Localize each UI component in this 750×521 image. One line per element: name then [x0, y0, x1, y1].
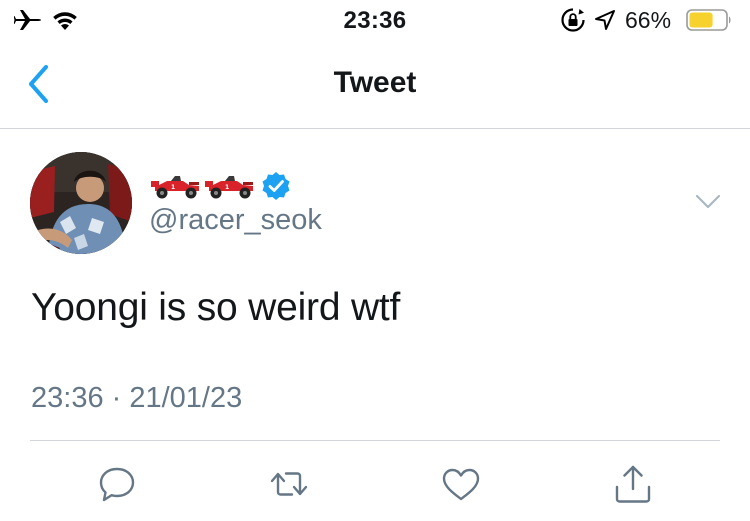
- chevron-down-icon[interactable]: [694, 192, 722, 212]
- tweet-text: Yoongi is so weird wtf: [31, 286, 401, 329]
- location-arrow-icon: [595, 10, 615, 30]
- display-name[interactable]: 1 1: [149, 168, 291, 204]
- svg-text:1: 1: [225, 184, 229, 191]
- status-bar: 23:36 66%: [0, 0, 750, 40]
- avatar[interactable]: [30, 152, 132, 254]
- nav-bar: Tweet: [0, 40, 750, 129]
- retweet-icon: [270, 472, 308, 496]
- share-button[interactable]: [611, 462, 655, 506]
- svg-text:1: 1: [171, 184, 175, 191]
- reply-button[interactable]: [95, 462, 139, 506]
- user-handle[interactable]: @racer_seok: [149, 204, 322, 237]
- avatar-photo: [30, 152, 132, 254]
- page-title: Tweet: [333, 66, 417, 99]
- divider: [30, 440, 720, 441]
- speech-bubble-icon: [99, 467, 135, 502]
- race-car-icon: 1: [205, 176, 253, 199]
- race-car-icon: 1: [151, 176, 199, 199]
- share-icon: [615, 465, 651, 503]
- tweet-timestamp: 23:36 · 21/01/23: [31, 382, 243, 414]
- battery-icon: [686, 9, 731, 31]
- battery-percent: 66%: [625, 7, 672, 33]
- retweet-button[interactable]: [267, 462, 311, 506]
- verified-badge-icon: [262, 172, 290, 200]
- like-button[interactable]: [439, 462, 483, 506]
- orientation-lock-icon: [561, 8, 585, 32]
- heart-icon: [442, 468, 480, 501]
